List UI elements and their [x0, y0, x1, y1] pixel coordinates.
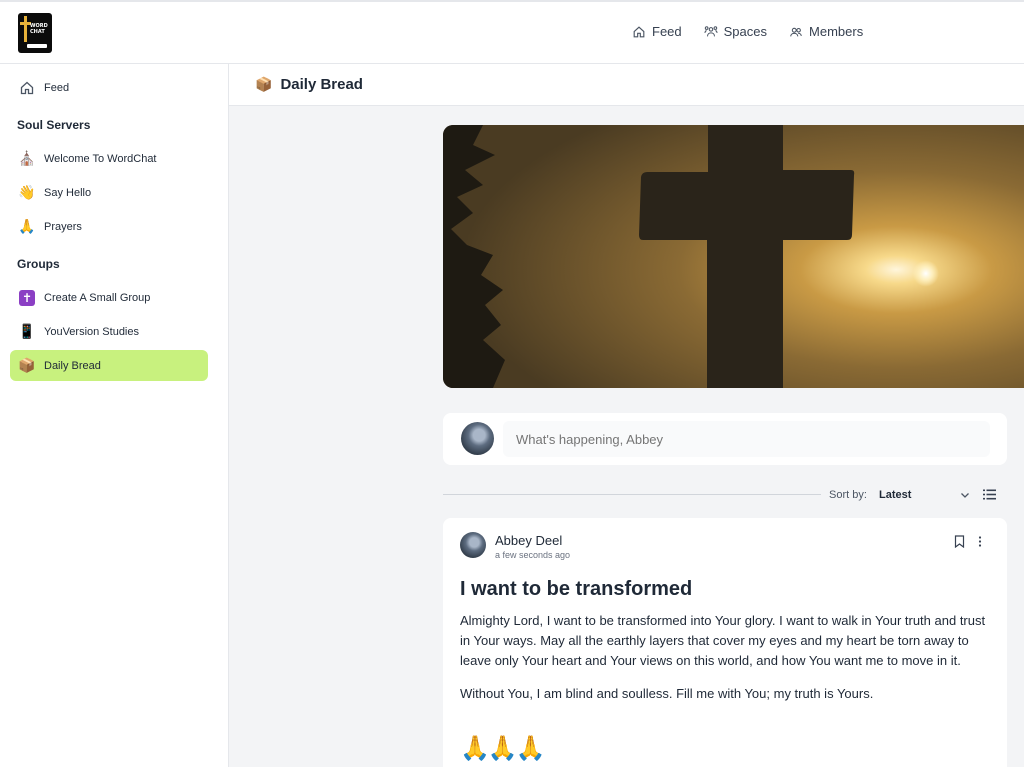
post-paragraph: Almighty Lord, I want to be transformed … [460, 613, 986, 668]
cross-sunset-image [443, 125, 1024, 388]
topnav-members[interactable]: Members [789, 24, 863, 39]
sidebar-item-label: Prayers [44, 220, 82, 233]
post-author[interactable]: Abbey Deel [495, 533, 562, 548]
logo-bar [27, 44, 47, 48]
sidebar-item-daily-bread[interactable]: 📦 Daily Bread [10, 350, 208, 381]
post-body: Almighty Lord, I want to be transformed … [460, 611, 995, 717]
sidebar-item-label: Say Hello [44, 186, 92, 199]
section-heading-soul-servers: Soul Servers [17, 118, 91, 132]
sidebar: Feed Soul Servers ⛪ Welcome To WordChat … [0, 64, 229, 767]
mobile-phone-icon: 📱 [18, 323, 36, 339]
home-icon [18, 79, 36, 97]
space-header: 📦 Daily Bread [229, 64, 1024, 106]
list-view-icon[interactable] [983, 488, 996, 501]
sidebar-item-label: Create A Small Group [44, 291, 151, 304]
logo-text: WORD CHAT [30, 23, 50, 35]
sidebar-item-welcome[interactable]: ⛪ Welcome To WordChat [10, 143, 208, 174]
section-heading-groups: Groups [17, 257, 60, 271]
top-nav: Feed Spaces Members [632, 24, 863, 39]
topnav-spaces-label: Spaces [723, 24, 768, 39]
page-title: Daily Bread [280, 76, 363, 93]
sort-select[interactable]: Latest [879, 489, 911, 501]
waving-hand-icon: 👋 [18, 184, 36, 200]
divider [443, 494, 821, 495]
topnav-spaces[interactable]: Spaces [704, 24, 767, 39]
topnav-feed-label: Feed [652, 24, 682, 39]
author-avatar[interactable] [460, 532, 486, 558]
sidebar-item-create-small-group[interactable]: ✝ Create A Small Group [10, 282, 208, 313]
post-title[interactable]: I want to be transformed [460, 578, 692, 601]
sidebar-item-feed[interactable]: Feed [10, 72, 208, 103]
sidebar-item-label: Welcome To WordChat [44, 152, 157, 165]
topnav-members-label: Members [809, 24, 864, 39]
chevron-down-icon[interactable] [959, 489, 971, 501]
sidebar-item-say-hello[interactable]: 👋 Say Hello [10, 177, 208, 208]
sidebar-item-prayers[interactable]: 🙏 Prayers [10, 211, 208, 242]
sidebar-item-label: Feed [44, 81, 70, 94]
sidebar-item-label: YouVersion Studies [44, 325, 139, 338]
topnav-feed[interactable]: Feed [632, 24, 682, 39]
logo-line-2: CHAT [30, 29, 45, 35]
top-bar: WORD CHAT Feed Spaces Members [0, 0, 1024, 64]
sidebar-item-label: Daily Bread [44, 359, 101, 372]
home-icon [633, 25, 645, 37]
latin-cross-icon: ✝ [19, 289, 35, 306]
post-timestamp[interactable]: a few seconds ago [495, 550, 570, 560]
church-icon: ⛪ [18, 150, 36, 166]
spaces-icon [704, 25, 718, 36]
sidebar-item-youversion[interactable]: 📱 YouVersion Studies [10, 316, 208, 347]
more-options-icon[interactable] [977, 535, 983, 548]
post-composer [443, 413, 1007, 465]
bread-box-icon: 📦 [255, 76, 273, 92]
praying-hands-icon: 🙏 [18, 218, 36, 234]
post-card: Abbey Deel a few seconds ago I want to b… [443, 518, 1007, 767]
sort-label: Sort by: [829, 489, 867, 501]
space-cover-image [443, 125, 1024, 388]
wordchat-logo[interactable]: WORD CHAT [18, 13, 52, 53]
members-icon [790, 27, 802, 36]
bookmark-icon[interactable] [954, 535, 965, 548]
bread-box-icon: 📦 [18, 357, 36, 373]
praying-hands-emoji: 🙏🙏🙏 [460, 735, 546, 762]
logo-cross-icon [24, 16, 27, 42]
composer-input[interactable] [503, 421, 990, 457]
avatar[interactable] [461, 422, 494, 455]
post-paragraph: Without You, I am blind and soulless. Fi… [460, 686, 874, 701]
